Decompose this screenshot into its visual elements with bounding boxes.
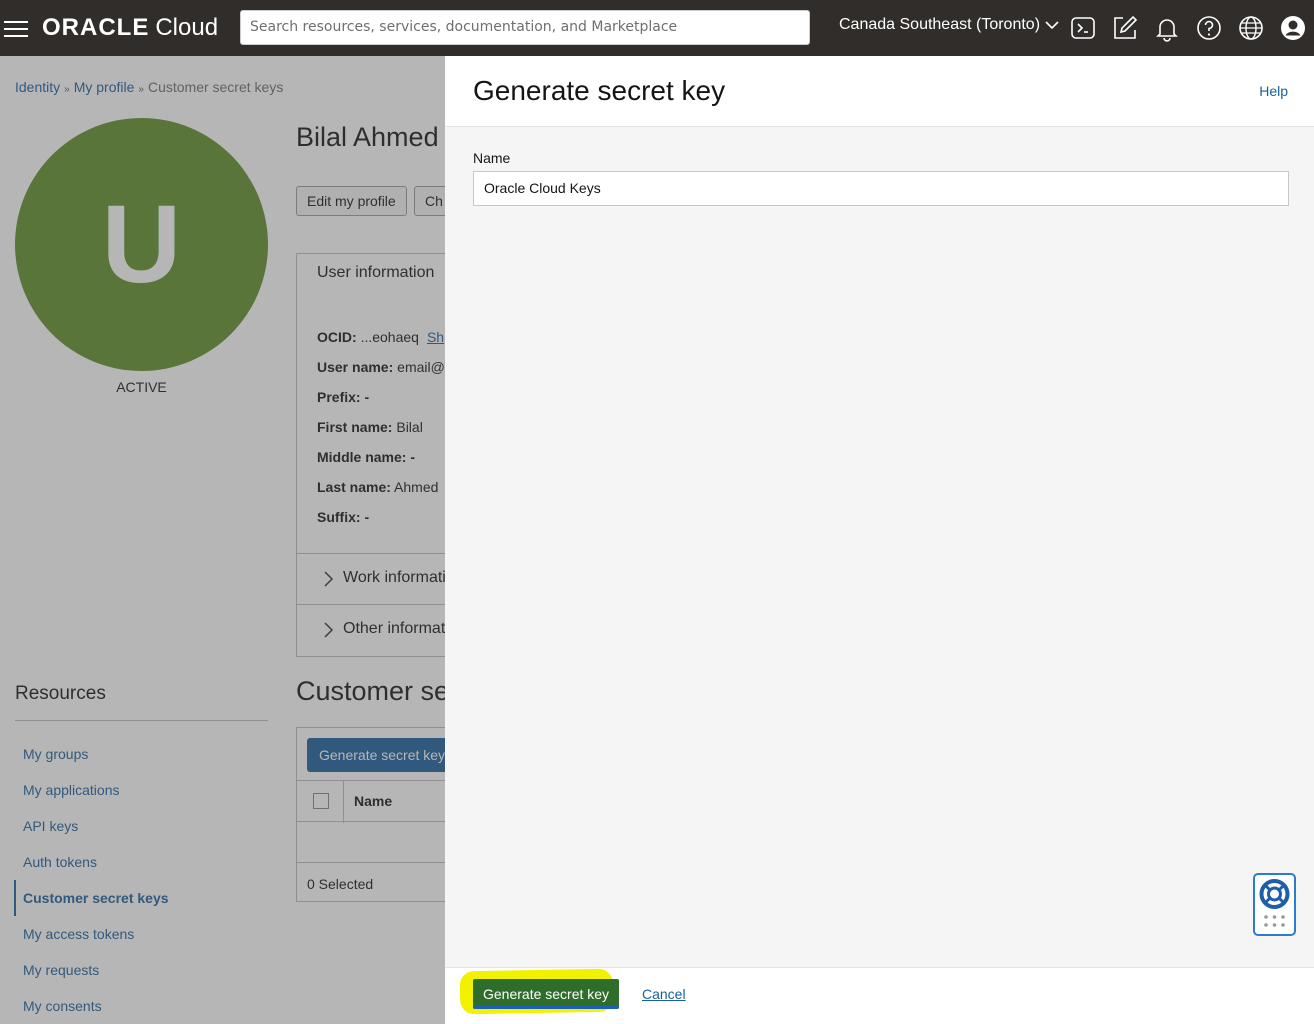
region-selector[interactable]: Canada Southeast (Toronto) [839, 16, 1060, 34]
panel-title: Generate secret key [473, 75, 726, 106]
panel-header: Generate secret key Help [445, 56, 1314, 127]
modal-overlay[interactable] [0, 56, 445, 1024]
submit-generate-secret-key-button[interactable]: Generate secret key [473, 979, 620, 1009]
support-widget[interactable] [1253, 873, 1296, 936]
lifebuoy-icon [1259, 879, 1290, 927]
logo-brand: ORACLE [42, 14, 150, 41]
search-input[interactable]: Search resources, services, documentatio… [240, 10, 810, 45]
bell-icon[interactable] [1153, 14, 1181, 42]
cloud-shell-icon[interactable] [1069, 14, 1097, 42]
top-navigation-bar: ORACLE Cloud Search resources, services, … [0, 0, 1314, 56]
panel-footer: Generate secret key Cancel [445, 967, 1314, 1024]
logo-product: Cloud [155, 14, 219, 41]
help-link[interactable]: Help [1259, 83, 1288, 99]
globe-icon[interactable] [1237, 14, 1265, 42]
generate-secret-key-panel: Generate secret key Help Name Oracle Clo… [445, 56, 1314, 1024]
oracle-cloud-logo[interactable]: ORACLE Cloud [42, 14, 218, 42]
name-field[interactable]: Oracle Cloud Keys [473, 171, 1289, 206]
menu-icon[interactable] [4, 16, 28, 38]
name-field-label: Name [473, 150, 511, 166]
chevron-down-icon [1045, 21, 1059, 30]
region-label: Canada Southeast (Toronto) [839, 16, 1041, 33]
code-editor-icon[interactable] [1111, 14, 1139, 42]
help-icon[interactable] [1195, 14, 1223, 42]
user-icon[interactable] [1279, 14, 1307, 42]
cancel-button[interactable]: Cancel [642, 986, 686, 1002]
